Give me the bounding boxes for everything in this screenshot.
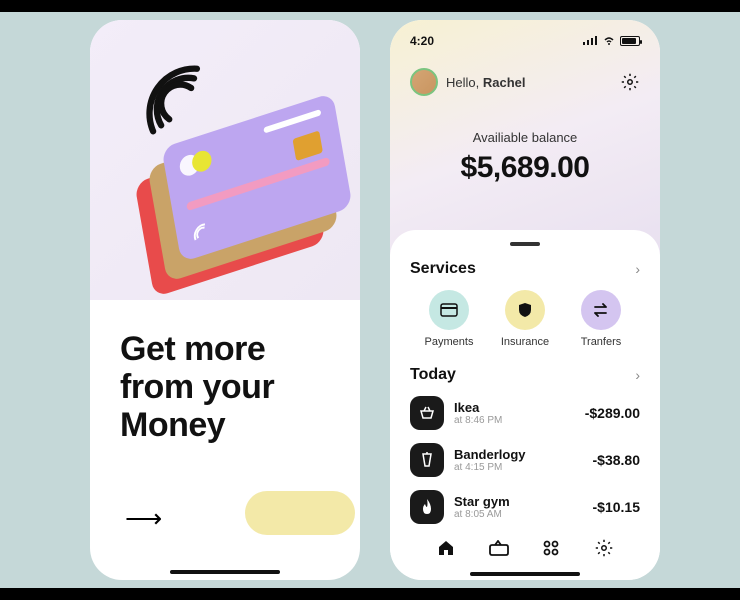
drink-icon xyxy=(410,443,444,477)
avatar[interactable] xyxy=(410,68,438,96)
onboarding-screen: Get more from your Money ⟶ xyxy=(90,20,360,580)
balance-block: Availiable balance $5,689.00 xyxy=(390,130,660,185)
bottom-sheet: Services › Payments Insurance Tranfers T… xyxy=(390,230,660,580)
cta-pill xyxy=(245,491,355,535)
home-indicator xyxy=(170,570,280,574)
balance-label: Availiable balance xyxy=(390,130,660,145)
service-insurance[interactable]: Insurance xyxy=(490,290,560,348)
flame-icon xyxy=(410,490,444,524)
home-indicator xyxy=(470,572,580,576)
shield-icon xyxy=(505,290,545,330)
status-bar: 4:20 xyxy=(390,34,660,48)
tab-wallet[interactable] xyxy=(487,536,511,560)
greeting-text: Hello, Rachel xyxy=(446,75,526,90)
get-started-button[interactable]: ⟶ xyxy=(125,491,325,535)
services-row: Payments Insurance Tranfers xyxy=(410,290,640,348)
today-title: Today xyxy=(410,366,456,384)
card-purple xyxy=(161,93,352,263)
transaction-row[interactable]: Star gymat 8:05 AM -$10.15 xyxy=(410,490,640,524)
status-time: 4:20 xyxy=(410,34,434,48)
settings-button[interactable] xyxy=(620,72,640,92)
services-more-button[interactable]: › xyxy=(635,261,640,277)
today-more-button[interactable]: › xyxy=(635,367,640,383)
headline: Get more from your Money xyxy=(120,330,330,444)
arrow-right-icon: ⟶ xyxy=(125,503,162,534)
tab-settings[interactable] xyxy=(592,536,616,560)
greeting-row: Hello, Rachel xyxy=(410,68,640,96)
signal-icon xyxy=(583,34,598,48)
transaction-row[interactable]: Banderlogyat 4:15 PM -$38.80 xyxy=(410,443,640,477)
battery-icon xyxy=(620,36,640,46)
sheet-handle[interactable] xyxy=(510,242,540,246)
services-title: Services xyxy=(410,260,476,278)
tab-apps[interactable] xyxy=(539,536,563,560)
balance-amount: $5,689.00 xyxy=(390,151,660,185)
wifi-icon xyxy=(602,34,616,48)
basket-icon xyxy=(410,396,444,430)
card-icon xyxy=(429,290,469,330)
home-screen: 4:20 Hello, Rachel Availiable balance $5… xyxy=(390,20,660,580)
transaction-row[interactable]: Ikeaat 8:46 PM -$289.00 xyxy=(410,396,640,430)
service-payments[interactable]: Payments xyxy=(414,290,484,348)
cards-illustration xyxy=(145,95,360,265)
swap-icon xyxy=(581,290,621,330)
service-transfers[interactable]: Tranfers xyxy=(566,290,636,348)
tab-bar xyxy=(410,528,640,568)
tab-home[interactable] xyxy=(434,536,458,560)
